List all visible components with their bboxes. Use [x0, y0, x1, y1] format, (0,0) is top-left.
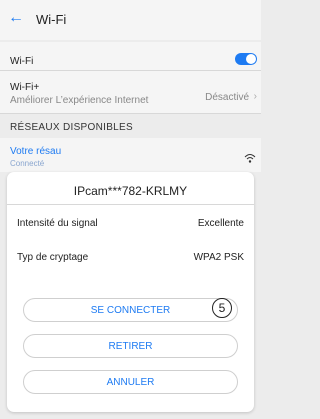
page-title: Wi-Fi: [36, 12, 67, 27]
remove-button[interactable]: RETIRER: [23, 334, 238, 358]
network-name: Votre résau: [10, 146, 62, 157]
step-badge: 5: [212, 298, 232, 318]
top-bar: ← Wi-Fi: [0, 0, 261, 40]
network-status-partial: Connecté: [10, 159, 45, 168]
divider: [7, 204, 254, 205]
network-dialog: IPcam***782-KRLMY Intensité du signal Ex…: [7, 172, 254, 412]
toggle-knob: [246, 54, 256, 64]
back-arrow-icon[interactable]: ←: [8, 10, 24, 26]
wifi-plus-value: Désactivé: [205, 92, 249, 103]
wifi-plus-subtitle: Améliorer L’expérience Internet: [10, 95, 149, 106]
cancel-button[interactable]: ANNULER: [23, 370, 238, 394]
chevron-right-icon: ›: [253, 91, 257, 102]
wifi-toggle[interactable]: [235, 53, 257, 65]
section-heading: RÉSEAUX DISPONIBLES: [10, 122, 133, 133]
divider: [0, 113, 261, 114]
dialog-title: IPcam***782-KRLMY: [73, 184, 188, 198]
wifi-row[interactable]: [0, 42, 261, 70]
encryption-label: Typ de cryptage: [17, 252, 89, 263]
signal-label: Intensité du signal: [17, 218, 98, 229]
signal-value: Excellente: [197, 218, 244, 229]
wifi-signal-icon: [244, 154, 256, 163]
wifi-plus-label: Wi-Fi+: [10, 82, 40, 93]
connect-button[interactable]: SE CONNECTER: [23, 298, 238, 322]
wifi-label: Wi-Fi: [10, 56, 34, 67]
encryption-value: WPA2 PSK: [193, 252, 244, 263]
